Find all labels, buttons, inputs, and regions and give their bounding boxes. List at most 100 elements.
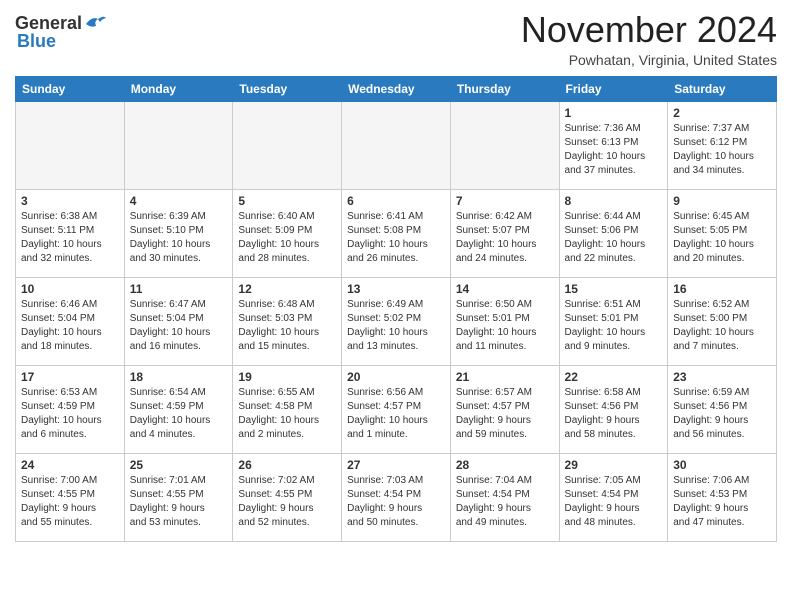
calendar-cell: 7 Sunrise: 6:42 AMSunset: 5:07 PMDaylight… <box>450 189 559 277</box>
day-info: Sunrise: 7:05 AMSunset: 4:54 PMDaylight:… <box>565 474 663 530</box>
day-number: 8 <box>565 194 663 208</box>
calendar-cell: 6 Sunrise: 6:41 AMSunset: 5:08 PMDaylight… <box>342 189 451 277</box>
day-info: Sunrise: 6:55 AMSunset: 4:58 PMDaylight:… <box>238 386 336 442</box>
calendar-cell: 3 Sunrise: 6:38 AMSunset: 5:11 PMDaylight… <box>16 189 125 277</box>
day-number: 24 <box>21 458 119 472</box>
day-info: Sunrise: 7:03 AMSunset: 4:54 PMDaylight:… <box>347 474 445 530</box>
calendar-cell: 25 Sunrise: 7:01 AMSunset: 4:55 PMDayligh… <box>124 453 233 541</box>
calendar-week-4: 17 Sunrise: 6:53 AMSunset: 4:59 PMDayligh… <box>16 365 777 453</box>
calendar-cell: 4 Sunrise: 6:39 AMSunset: 5:10 PMDaylight… <box>124 189 233 277</box>
day-number: 6 <box>347 194 445 208</box>
header: General Blue November 2024 Powhatan, Vir… <box>15 10 777 68</box>
calendar-cell: 24Sunrise: 7:00 AMSunset: 4:55 PMDayligh… <box>16 453 125 541</box>
day-info: Sunrise: 6:46 AMSunset: 5:04 PMDaylight:… <box>21 298 119 354</box>
calendar-cell <box>233 101 342 189</box>
location-text: Powhatan, Virginia, United States <box>521 52 777 68</box>
day-number: 13 <box>347 282 445 296</box>
day-number: 15 <box>565 282 663 296</box>
calendar-cell: 30 Sunrise: 7:06 AMSunset: 4:53 PMDayligh… <box>668 453 777 541</box>
calendar-cell <box>450 101 559 189</box>
day-number: 3 <box>21 194 119 208</box>
page: General Blue November 2024 Powhatan, Vir… <box>0 0 792 557</box>
weekday-header-wednesday: Wednesday <box>342 76 451 101</box>
day-info: Sunrise: 6:52 AMSunset: 5:00 PMDaylight:… <box>673 298 771 354</box>
calendar-cell <box>16 101 125 189</box>
day-number: 29 <box>565 458 663 472</box>
day-number: 16 <box>673 282 771 296</box>
calendar-cell: 15 Sunrise: 6:51 AMSunset: 5:01 PMDayligh… <box>559 277 668 365</box>
calendar-cell: 19 Sunrise: 6:55 AMSunset: 4:58 PMDayligh… <box>233 365 342 453</box>
day-number: 17 <box>21 370 119 384</box>
calendar-week-3: 10 Sunrise: 6:46 AMSunset: 5:04 PMDayligh… <box>16 277 777 365</box>
calendar-table: SundayMondayTuesdayWednesdayThursdayFrid… <box>15 76 777 542</box>
day-number: 4 <box>130 194 228 208</box>
calendar-cell: 13 Sunrise: 6:49 AMSunset: 5:02 PMDayligh… <box>342 277 451 365</box>
calendar-week-2: 3 Sunrise: 6:38 AMSunset: 5:11 PMDaylight… <box>16 189 777 277</box>
logo-blue-text: Blue <box>17 32 106 52</box>
calendar-cell: 14 Sunrise: 6:50 AMSunset: 5:01 PMDayligh… <box>450 277 559 365</box>
day-number: 19 <box>238 370 336 384</box>
day-number: 11 <box>130 282 228 296</box>
day-info: Sunrise: 7:37 AMSunset: 6:12 PMDaylight:… <box>673 122 771 178</box>
day-number: 14 <box>456 282 554 296</box>
logo: General Blue <box>15 14 106 52</box>
day-number: 30 <box>673 458 771 472</box>
day-info: Sunrise: 6:49 AMSunset: 5:02 PMDaylight:… <box>347 298 445 354</box>
day-number: 1 <box>565 106 663 120</box>
day-info: Sunrise: 6:50 AMSunset: 5:01 PMDaylight:… <box>456 298 554 354</box>
day-number: 5 <box>238 194 336 208</box>
calendar-cell: 11 Sunrise: 6:47 AMSunset: 5:04 PMDayligh… <box>124 277 233 365</box>
day-info: Sunrise: 6:47 AMSunset: 5:04 PMDaylight:… <box>130 298 228 354</box>
day-number: 27 <box>347 458 445 472</box>
day-info: Sunrise: 6:56 AMSunset: 4:57 PMDaylight:… <box>347 386 445 442</box>
calendar-cell: 1 Sunrise: 7:36 AMSunset: 6:13 PMDaylight… <box>559 101 668 189</box>
calendar-cell <box>342 101 451 189</box>
day-number: 25 <box>130 458 228 472</box>
calendar-cell: 22Sunrise: 6:58 AMSunset: 4:56 PMDayligh… <box>559 365 668 453</box>
day-info: Sunrise: 6:38 AMSunset: 5:11 PMDaylight:… <box>21 210 119 266</box>
calendar-cell: 28Sunrise: 7:04 AMSunset: 4:54 PMDayligh… <box>450 453 559 541</box>
day-info: Sunrise: 7:06 AMSunset: 4:53 PMDaylight:… <box>673 474 771 530</box>
calendar-cell: 21 Sunrise: 6:57 AMSunset: 4:57 PMDayligh… <box>450 365 559 453</box>
day-number: 22 <box>565 370 663 384</box>
month-title: November 2024 <box>521 10 777 50</box>
day-info: Sunrise: 6:44 AMSunset: 5:06 PMDaylight:… <box>565 210 663 266</box>
day-number: 2 <box>673 106 771 120</box>
day-number: 10 <box>21 282 119 296</box>
day-info: Sunrise: 6:57 AMSunset: 4:57 PMDaylight:… <box>456 386 554 442</box>
day-number: 7 <box>456 194 554 208</box>
calendar-cell: 5 Sunrise: 6:40 AMSunset: 5:09 PMDaylight… <box>233 189 342 277</box>
logo-bird-icon <box>84 14 106 32</box>
calendar-cell: 10 Sunrise: 6:46 AMSunset: 5:04 PMDayligh… <box>16 277 125 365</box>
day-number: 12 <box>238 282 336 296</box>
day-number: 23 <box>673 370 771 384</box>
day-info: Sunrise: 6:42 AMSunset: 5:07 PMDaylight:… <box>456 210 554 266</box>
calendar-cell: 26Sunrise: 7:02 AMSunset: 4:55 PMDayligh… <box>233 453 342 541</box>
weekday-header-saturday: Saturday <box>668 76 777 101</box>
day-number: 21 <box>456 370 554 384</box>
day-info: Sunrise: 6:51 AMSunset: 5:01 PMDaylight:… <box>565 298 663 354</box>
day-number: 20 <box>347 370 445 384</box>
weekday-header-row: SundayMondayTuesdayWednesdayThursdayFrid… <box>16 76 777 101</box>
weekday-header-thursday: Thursday <box>450 76 559 101</box>
calendar-cell: 8 Sunrise: 6:44 AMSunset: 5:06 PMDaylight… <box>559 189 668 277</box>
calendar-cell: 9Sunrise: 6:45 AMSunset: 5:05 PMDaylight… <box>668 189 777 277</box>
calendar-cell: 17 Sunrise: 6:53 AMSunset: 4:59 PMDayligh… <box>16 365 125 453</box>
day-info: Sunrise: 7:01 AMSunset: 4:55 PMDaylight:… <box>130 474 228 530</box>
day-info: Sunrise: 7:36 AMSunset: 6:13 PMDaylight:… <box>565 122 663 178</box>
day-info: Sunrise: 6:48 AMSunset: 5:03 PMDaylight:… <box>238 298 336 354</box>
weekday-header-sunday: Sunday <box>16 76 125 101</box>
calendar-cell: 27 Sunrise: 7:03 AMSunset: 4:54 PMDayligh… <box>342 453 451 541</box>
calendar-cell: 12 Sunrise: 6:48 AMSunset: 5:03 PMDayligh… <box>233 277 342 365</box>
calendar-cell: 20 Sunrise: 6:56 AMSunset: 4:57 PMDayligh… <box>342 365 451 453</box>
day-info: Sunrise: 6:41 AMSunset: 5:08 PMDaylight:… <box>347 210 445 266</box>
day-number: 26 <box>238 458 336 472</box>
day-info: Sunrise: 6:45 AMSunset: 5:05 PMDaylight:… <box>673 210 771 266</box>
day-info: Sunrise: 6:39 AMSunset: 5:10 PMDaylight:… <box>130 210 228 266</box>
weekday-header-tuesday: Tuesday <box>233 76 342 101</box>
weekday-header-friday: Friday <box>559 76 668 101</box>
day-info: Sunrise: 6:40 AMSunset: 5:09 PMDaylight:… <box>238 210 336 266</box>
day-info: Sunrise: 6:53 AMSunset: 4:59 PMDaylight:… <box>21 386 119 442</box>
calendar-cell <box>124 101 233 189</box>
calendar-cell: 23Sunrise: 6:59 AMSunset: 4:56 PMDayligh… <box>668 365 777 453</box>
